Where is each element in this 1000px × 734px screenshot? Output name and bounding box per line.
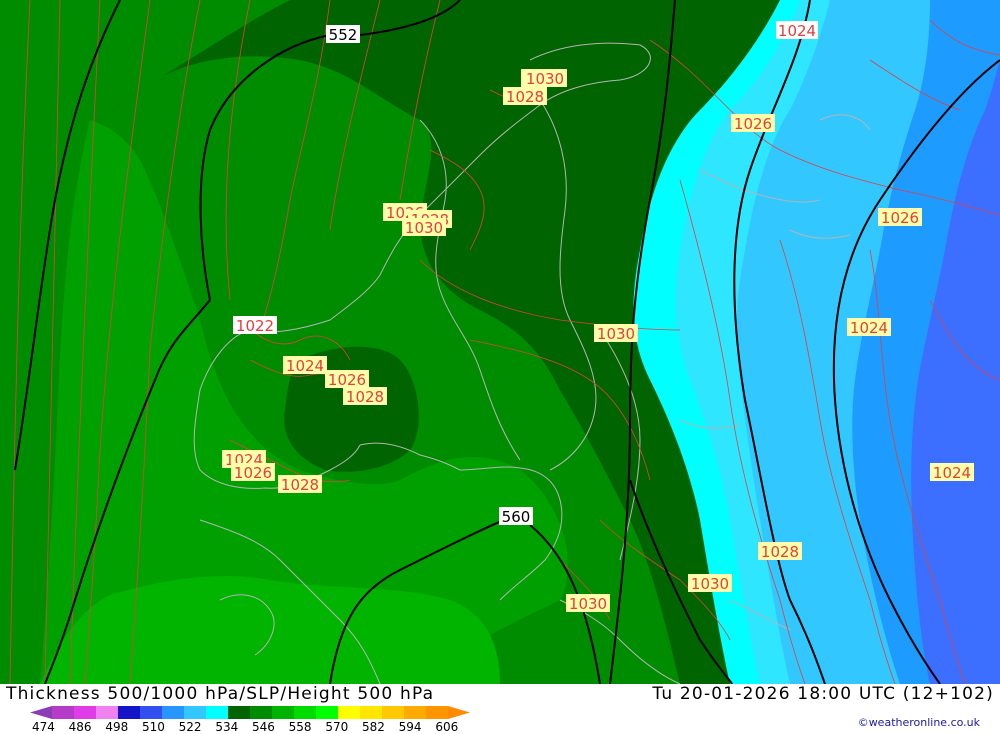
isobar-label: 1030: [566, 594, 610, 613]
svg-text:1028: 1028: [506, 88, 544, 106]
scale-swatch: [162, 706, 185, 719]
scale-label: 570: [325, 720, 349, 734]
scale-label: 498: [105, 720, 129, 734]
scale-label: 522: [178, 720, 202, 734]
isobar-label: 1030: [688, 574, 732, 593]
scale-swatch: [404, 706, 427, 719]
scale-swatch: [316, 706, 339, 719]
isobar-label: 1028: [503, 87, 547, 106]
svg-text:560: 560: [502, 508, 531, 526]
scale-swatch: [360, 706, 383, 719]
svg-text:1030: 1030: [405, 219, 443, 237]
legend-bar: Thickness 500/1000 hPa/SLP/Height 500 hP…: [0, 684, 1000, 734]
product-title: Thickness 500/1000 hPa/SLP/Height 500 hP…: [6, 684, 435, 704]
scale-swatch: [382, 706, 405, 719]
isobar-label: 1024: [930, 463, 974, 482]
svg-text:1026: 1026: [734, 115, 772, 133]
scale-label: 510: [142, 720, 165, 734]
isobar-label: 1026: [731, 114, 775, 133]
scale-swatch: [96, 706, 119, 719]
scale-arrow-right: [448, 706, 470, 719]
svg-text:1024: 1024: [933, 464, 971, 482]
isobar-label: 1028: [758, 542, 802, 561]
scale-label: 594: [398, 720, 422, 734]
svg-text:1026: 1026: [234, 464, 272, 482]
isobar-label: 1024: [847, 318, 891, 337]
scale-swatch: [118, 706, 141, 719]
isobar-label: 1030: [594, 324, 638, 343]
isobar-label: 1024: [283, 356, 327, 375]
isobar-label: 1026: [878, 208, 922, 227]
scale-label: 534: [215, 720, 239, 734]
svg-text:1026: 1026: [881, 209, 919, 227]
scale-label: 558: [288, 720, 312, 734]
credit: ©weatheronline.co.uk: [857, 716, 980, 729]
svg-text:1024: 1024: [286, 357, 324, 375]
scale-swatch: [228, 706, 251, 719]
svg-text:552: 552: [329, 26, 358, 44]
scale-swatch: [140, 706, 163, 719]
svg-text:1030: 1030: [569, 595, 607, 613]
scale-arrow-left: [30, 706, 52, 719]
scale-label: 486: [68, 720, 92, 734]
scale-swatch: [426, 706, 449, 719]
svg-text:1026: 1026: [328, 371, 366, 389]
svg-text:1028: 1028: [281, 476, 319, 494]
weather-map: 1024 1026 1030 1028 1026 1028 1030 1022 …: [0, 0, 1000, 684]
height-label-552: 552: [326, 25, 360, 44]
scale-swatch: [338, 706, 361, 719]
scale-swatch: [74, 706, 97, 719]
svg-text:1024: 1024: [778, 22, 816, 40]
isobar-label: 1030: [521, 69, 567, 88]
scale-label: 582: [362, 720, 385, 734]
isobar-label: 1024: [776, 21, 818, 40]
isobar-label: 1022: [233, 316, 277, 335]
scale-swatch: [184, 706, 207, 719]
scale-swatch: [250, 706, 273, 719]
isobar-label: 1026: [325, 370, 369, 389]
color-scale: [30, 706, 470, 719]
svg-text:1024: 1024: [850, 319, 888, 337]
svg-text:1030: 1030: [597, 325, 635, 343]
isobar-label: 1028: [278, 475, 322, 494]
isobar-label: 1026: [231, 463, 275, 482]
isobar-label: 1030: [402, 218, 446, 237]
scale-label: 474: [32, 720, 55, 734]
scale-swatch: [52, 706, 75, 719]
scale-swatch: [206, 706, 229, 719]
svg-text:1028: 1028: [346, 388, 384, 406]
svg-text:1030: 1030: [691, 575, 729, 593]
svg-text:1030: 1030: [526, 70, 564, 88]
svg-text:1028: 1028: [761, 543, 799, 561]
scale-swatch: [294, 706, 317, 719]
height-label-560: 560: [499, 507, 533, 526]
valid-time: Tu 20-01-2026 18:00 UTC (12+102): [652, 684, 994, 704]
isobar-label: 1028: [343, 387, 387, 406]
svg-text:1022: 1022: [236, 317, 274, 335]
scale-swatch: [272, 706, 295, 719]
scale-label: 546: [252, 720, 275, 734]
scale-label: 606: [435, 720, 459, 734]
